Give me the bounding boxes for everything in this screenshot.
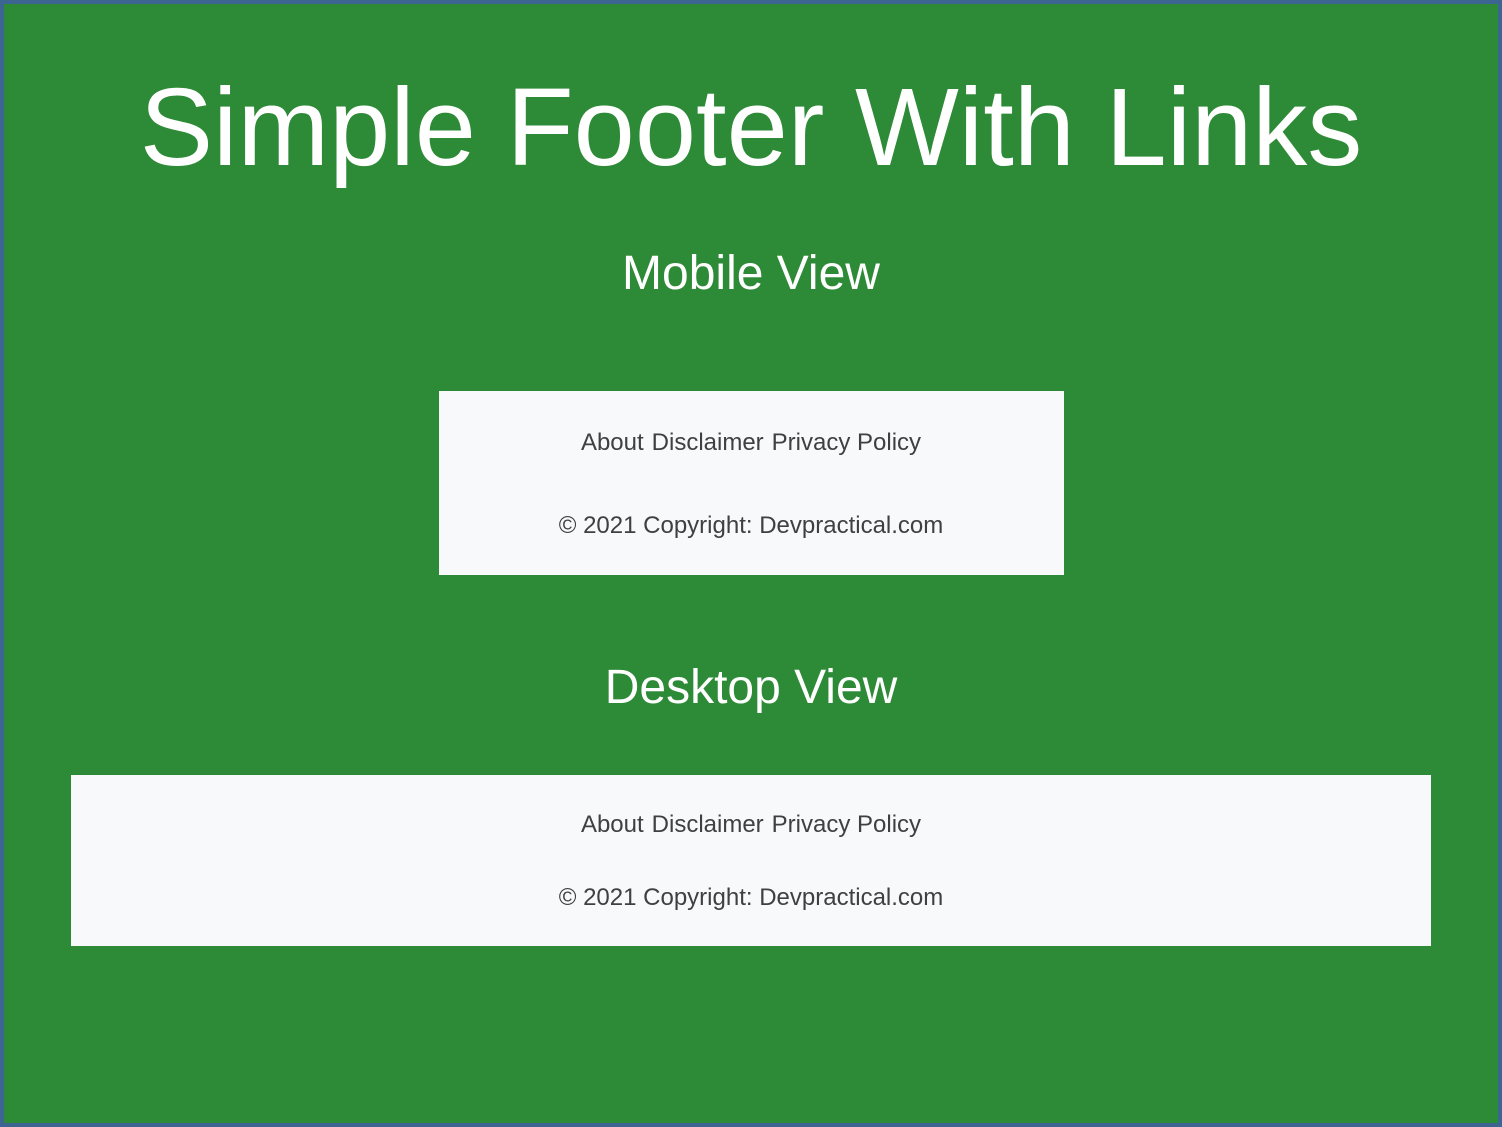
footer-mobile: About Disclaimer Privacy Policy © 2021 C…	[439, 391, 1064, 575]
footer-desktop-copyright: © 2021 Copyright: Devpractical.com	[559, 884, 944, 912]
footer-desktop-link-privacy[interactable]: Privacy Policy	[772, 811, 921, 839]
page-container: Simple Footer With Links Mobile View Abo…	[0, 0, 1502, 1127]
footer-mobile-link-disclaimer[interactable]: Disclaimer	[652, 429, 764, 457]
footer-mobile-links: About Disclaimer Privacy Policy	[581, 429, 921, 457]
mobile-view-heading: Mobile View	[622, 246, 880, 301]
footer-mobile-link-privacy[interactable]: Privacy Policy	[772, 429, 921, 457]
footer-desktop: About Disclaimer Privacy Policy © 2021 C…	[71, 775, 1431, 946]
page-title: Simple Footer With Links	[140, 64, 1363, 191]
footer-mobile-link-about[interactable]: About	[581, 429, 644, 457]
footer-desktop-links: About Disclaimer Privacy Policy	[581, 811, 921, 839]
desktop-view-heading: Desktop View	[605, 660, 898, 715]
footer-mobile-copyright: © 2021 Copyright: Devpractical.com	[559, 512, 944, 540]
footer-desktop-link-about[interactable]: About	[581, 811, 644, 839]
footer-desktop-link-disclaimer[interactable]: Disclaimer	[652, 811, 764, 839]
